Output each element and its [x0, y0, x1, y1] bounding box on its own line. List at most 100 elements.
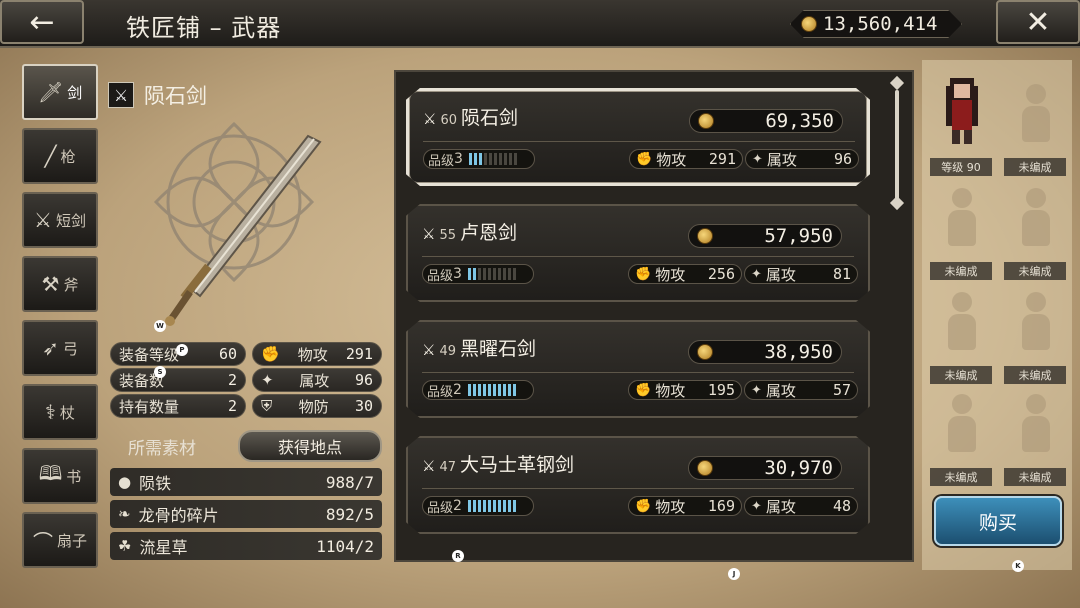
grade-label: 品级	[427, 500, 454, 516]
scrollbar[interactable]	[889, 75, 905, 558]
tab-spear[interactable]: ╱ 枪	[22, 128, 98, 184]
arrow-left-icon: ←	[29, 4, 55, 40]
party-slot-empty[interactable]: 未编成	[928, 384, 994, 486]
weapon-elem-attack: ✦ 属攻 57	[744, 380, 858, 400]
grade-bar-segment	[487, 384, 491, 396]
gold-coin-icon	[801, 16, 817, 32]
grade-bar-segment	[478, 153, 482, 165]
hero-sprite	[946, 78, 978, 144]
weapon-detail-name: 陨石剑	[144, 84, 207, 108]
tab-label: 短剑	[55, 211, 86, 230]
stat-value: 2	[227, 397, 237, 415]
elem-attack-icon: ✦	[261, 371, 274, 389]
party-slot-hero[interactable]: 等级 90	[928, 74, 994, 176]
elem-value: 48	[832, 497, 851, 515]
weapon-name: 黑曜石剑	[460, 338, 537, 360]
elem-label: 属攻	[765, 497, 796, 516]
stat-value: 291	[345, 345, 373, 363]
phys-label: 物攻	[655, 381, 686, 400]
weapon-price: 69,350	[689, 109, 843, 133]
tab-book[interactable]: 🕮 书	[22, 448, 98, 504]
party-slot-empty[interactable]: 未编成	[928, 282, 994, 384]
tab-staff[interactable]: ⚕ 杖	[22, 384, 98, 440]
weapon-title: ⚔ 55 卢恩剑	[422, 218, 517, 245]
grade-bar-segment	[497, 500, 501, 512]
tab-label: 弓	[62, 339, 78, 358]
weapon-list[interactable]: ⚔ 60 陨石剑 69,350 品级 3 ✊ 物攻 291 ✦ 属攻 96 ⚔ 55 卢恩剑 57,950 品级…	[394, 70, 914, 562]
phys-label: 物攻	[655, 265, 686, 284]
grade-bar-segment	[468, 153, 472, 165]
weapon-price: 38,950	[688, 340, 842, 364]
tab-axe[interactable]: ⚒ 斧	[22, 256, 98, 312]
divider	[423, 141, 855, 142]
weapon-phys-attack: ✊ 物攻 256	[628, 264, 742, 284]
grade-bar-segment	[512, 268, 516, 280]
weapon-name: 陨石剑	[461, 107, 519, 129]
material-count: 892/5	[325, 504, 374, 524]
tab-label: 扇子	[56, 531, 87, 550]
empty-silhouette	[1022, 84, 1050, 144]
weapon-name: 卢恩剑	[460, 222, 518, 244]
grade-label: 品级	[428, 153, 455, 169]
weapon-level: 55	[439, 228, 456, 243]
slot-label: 未编成	[1004, 262, 1066, 280]
weapon-card[interactable]: ⚔ 60 陨石剑 69,350 品级 3 ✊ 物攻 291 ✦ 属攻 96	[406, 88, 870, 186]
divider	[422, 256, 854, 257]
party-slot-empty[interactable]: 未编成	[1002, 282, 1068, 384]
phys-value: 169	[707, 497, 735, 515]
slot-label: 未编成	[930, 366, 992, 384]
party-slot-empty[interactable]: 未编成	[1002, 178, 1068, 280]
key-hint-s: S	[154, 366, 166, 378]
grade-bar-segment	[488, 153, 492, 165]
grade-bar-segment	[482, 268, 486, 280]
stat-equipped-count: 装备数 2	[110, 368, 246, 392]
material-count: 1104/2	[316, 536, 374, 556]
material-name: 流星草	[139, 538, 188, 557]
grade-bar-segment	[502, 500, 506, 512]
material-name: 龙骨的碎片	[138, 506, 219, 525]
tab-sword[interactable]: 🗡 剑	[22, 64, 98, 120]
scroll-down-arrow[interactable]	[889, 195, 905, 211]
tab-dagger[interactable]: ⚔ 短剑	[22, 192, 98, 248]
back-button[interactable]: ←	[0, 0, 84, 44]
elem-label: 属攻	[765, 265, 796, 284]
party-slot-empty[interactable]: 未编成	[928, 178, 994, 280]
empty-silhouette	[1022, 394, 1050, 454]
party-slot-empty[interactable]: 未编成	[1002, 74, 1068, 176]
material-row: ☘ 流星草 1104/2	[110, 532, 382, 560]
empty-silhouette	[948, 292, 976, 352]
stat-elem-attack: ✦ 属攻 96	[252, 368, 382, 392]
scroll-up-arrow[interactable]	[889, 75, 905, 91]
grade-bar-segment	[498, 153, 502, 165]
grade-bar-segment	[493, 153, 497, 165]
grade-bar-segment	[503, 153, 507, 165]
stat-value: 60	[218, 345, 237, 363]
grade-bar-segment	[507, 384, 511, 396]
weapon-card[interactable]: ⚔ 55 卢恩剑 57,950 品级 3 ✊ 物攻 256 ✦ 属攻 81	[406, 204, 870, 302]
key-hint-r: R	[452, 550, 464, 562]
weapon-detail-panel: ⚔ 陨石剑 装备等级 60 ✊ 物攻 291 装备数 2 ✦ 属攻 96 持有数…	[100, 70, 388, 568]
obtain-location-button[interactable]: 获得地点	[238, 430, 382, 462]
gold-coin-icon	[697, 228, 713, 244]
party-slot-empty[interactable]: 未编成	[1002, 384, 1068, 486]
grade-value: 3	[453, 266, 462, 282]
grade-label: 品级	[427, 384, 454, 400]
tab-bow[interactable]: ➶ 弓	[22, 320, 98, 376]
weapon-category-tabs: 🗡 剑 ╱ 枪 ⚔ 短剑 ⚒ 斧 ➶ 弓 ⚕ 杖 🕮 书 ⌒ 扇子	[22, 64, 98, 574]
bow-icon: ➶	[42, 336, 59, 360]
weapon-card[interactable]: ⚔ 49 黑曜石剑 38,950 品级 2 ✊ 物攻 195 ✦ 属攻 57	[406, 320, 870, 418]
key-hint-w: W	[154, 320, 166, 332]
sword-icon: ⚔	[422, 457, 436, 475]
grade-bar-segment	[512, 500, 516, 512]
elem-label: 属攻	[765, 381, 796, 400]
buy-button[interactable]: 购买	[934, 496, 1062, 546]
tab-fan[interactable]: ⌒ 扇子	[22, 512, 98, 568]
stat-owned-count: 持有数量 2	[110, 394, 246, 418]
close-button[interactable]: ✕	[996, 0, 1080, 44]
elem-attack-icon: ✦	[751, 498, 762, 514]
weapon-title: ⚔ 60 陨石剑	[423, 103, 518, 130]
weapon-grade: 品级 3	[422, 264, 534, 284]
scroll-thumb[interactable]	[895, 90, 899, 202]
grade-bar-segment	[487, 500, 491, 512]
weapon-card[interactable]: ⚔ 47 大马士革钢剑 30,970 品级 2 ✊ 物攻 169 ✦ 属攻 48	[406, 436, 870, 534]
